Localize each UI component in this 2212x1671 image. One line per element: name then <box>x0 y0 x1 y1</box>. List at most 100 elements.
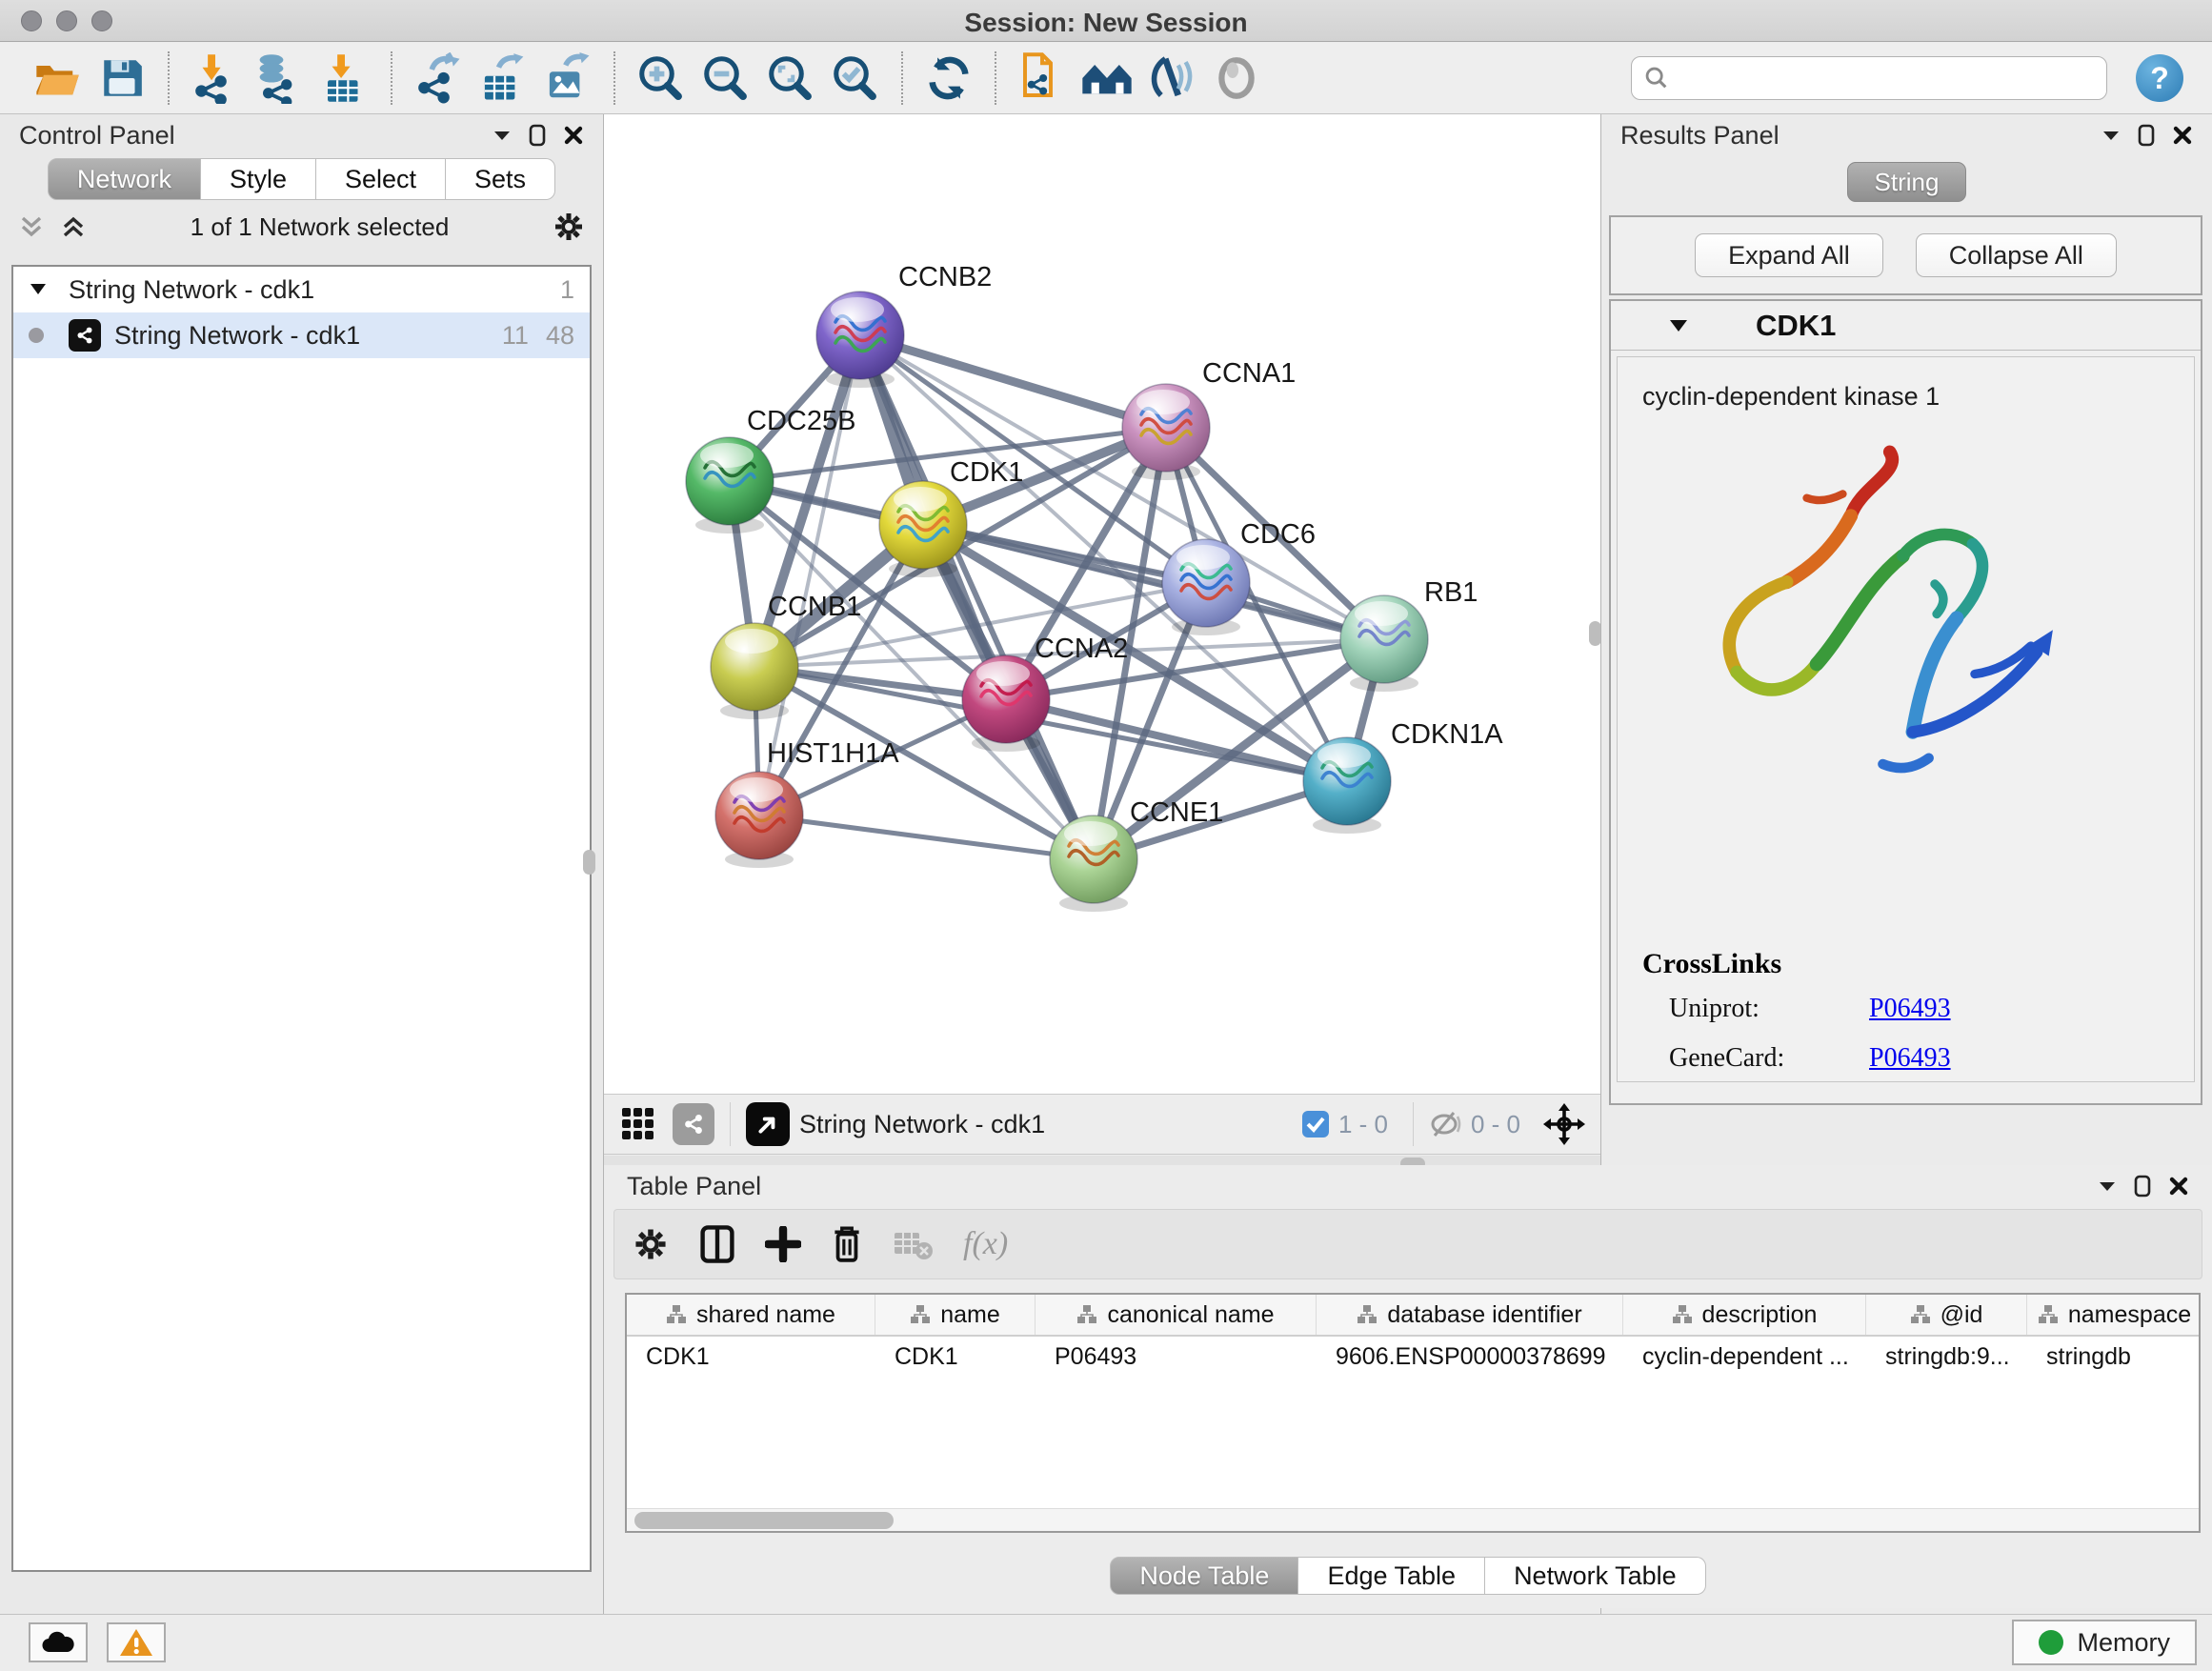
network-node-CDC25B[interactable] <box>686 437 774 534</box>
network-collection-row[interactable]: String Network - cdk1 1 <box>13 267 590 312</box>
panel-menu-icon[interactable] <box>493 129 512 142</box>
column-header-shared-name[interactable]: shared name <box>627 1295 875 1335</box>
hidden-eye-slash-icon[interactable] <box>1429 1109 1463 1139</box>
zoom-in-button[interactable] <box>633 50 689 107</box>
detach-view-icon[interactable] <box>746 1102 790 1146</box>
tab-sets[interactable]: Sets <box>446 158 555 200</box>
panel-menu-icon[interactable] <box>2098 1179 2117 1193</box>
save-session-button[interactable] <box>94 50 150 107</box>
table-row[interactable]: CDK1CDK1P064939606.ENSP00000378699cyclin… <box>627 1337 2199 1377</box>
section-expander-icon[interactable] <box>1668 318 1689 333</box>
tab-network[interactable]: Network <box>48 158 201 200</box>
column-header--id[interactable]: @id <box>1866 1295 2027 1335</box>
panel-close-icon[interactable] <box>2172 125 2193 146</box>
network-graph[interactable]: CCNB2CCNA1CDC25BCDK1CDC6RB1CCNB1CCNA2CDK… <box>604 114 1600 1094</box>
column-attribute-icon <box>1672 1304 1693 1325</box>
network-node-RB1[interactable] <box>1340 595 1428 692</box>
network-options-gear-icon[interactable] <box>552 210 586 244</box>
zoom-selected-button[interactable] <box>828 50 883 107</box>
column-header-namespace[interactable]: namespace <box>2027 1295 2201 1335</box>
table-cell[interactable]: stringdb:9... <box>1866 1337 2027 1377</box>
delete-column-trash-icon[interactable] <box>830 1224 864 1264</box>
apply-layout-button[interactable] <box>921 50 976 107</box>
tab-node-table[interactable]: Node Table <box>1110 1557 1298 1595</box>
function-builder-fx[interactable]: f(x) <box>963 1226 1008 1262</box>
create-column-plus-icon[interactable] <box>765 1226 801 1262</box>
tab-network-table[interactable]: Network Table <box>1485 1557 1706 1595</box>
network-node-CDKN1A[interactable] <box>1303 737 1391 834</box>
network-edge[interactable] <box>860 335 1166 428</box>
selected-checkbox-icon[interactable] <box>1300 1109 1331 1139</box>
table-options-gear-icon[interactable] <box>632 1225 670 1263</box>
scrollbar-thumb[interactable] <box>634 1512 894 1529</box>
memory-button[interactable]: Memory <box>2012 1620 2197 1665</box>
fit-content-crosshair-icon[interactable] <box>1543 1103 1585 1145</box>
collapse-all-networks-icon[interactable] <box>17 212 46 241</box>
column-attribute-icon <box>1910 1304 1931 1325</box>
help-button[interactable]: ? <box>2132 50 2187 107</box>
panel-menu-icon[interactable] <box>2101 129 2121 142</box>
tab-select[interactable]: Select <box>316 158 446 200</box>
show-columns-icon[interactable] <box>698 1223 736 1265</box>
delete-table-icon[interactable] <box>893 1227 935 1261</box>
panel-float-icon[interactable] <box>2134 1175 2151 1198</box>
network-canvas[interactable]: CCNB2CCNA1CDC25BCDK1CDC6RB1CCNB1CCNA2CDK… <box>604 114 1600 1094</box>
export-image-button[interactable] <box>540 50 595 107</box>
column-header-name[interactable]: name <box>875 1295 1036 1335</box>
table-cell[interactable]: CDK1 <box>627 1337 875 1377</box>
table-cell[interactable]: 9606.ENSP00000378699 <box>1317 1337 1623 1377</box>
collapse-all-button[interactable]: Collapse All <box>1916 233 2117 277</box>
string-view-badge-icon[interactable] <box>673 1103 714 1145</box>
import-network-from-file-button[interactable] <box>188 50 243 107</box>
export-network-to-file-button[interactable] <box>411 50 466 107</box>
gene-section-header[interactable]: CDK1 <box>1611 301 2201 351</box>
panel-float-icon[interactable] <box>529 124 546 147</box>
network-node-CCNA1[interactable] <box>1122 384 1210 480</box>
table-header-row: shared namenamecanonical namedatabase id… <box>627 1295 2199 1337</box>
open-session-button[interactable] <box>30 50 85 107</box>
network-row[interactable]: String Network - cdk1 11 48 <box>13 312 590 358</box>
tab-style[interactable]: Style <box>201 158 316 200</box>
column-header-database-identifier[interactable]: database identifier <box>1317 1295 1623 1335</box>
table-cell[interactable]: CDK1 <box>875 1337 1036 1377</box>
warnings-button[interactable] <box>107 1622 166 1662</box>
import-table-from-file-button[interactable] <box>317 50 372 107</box>
birds-eye-view-icon[interactable] <box>619 1105 657 1143</box>
network-node-CCNE1[interactable] <box>1050 815 1137 912</box>
zoom-fit-button[interactable] <box>763 50 818 107</box>
crosslink-link[interactable]: P06493 <box>1869 994 1951 1024</box>
import-network-from-database-button[interactable] <box>252 50 308 107</box>
string-import-button[interactable] <box>1015 50 1070 107</box>
show-glass-pane-button[interactable] <box>1209 50 1264 107</box>
crosslink-link[interactable]: P06493 <box>1869 1043 1951 1074</box>
network-edge[interactable] <box>759 815 1094 859</box>
node-table[interactable]: shared namenamecanonical namedatabase id… <box>625 1293 2201 1533</box>
network-node-CDC6[interactable] <box>1162 539 1250 635</box>
tree-expander-icon[interactable] <box>29 282 48 297</box>
table-cell[interactable]: cyclin-dependent ... <box>1623 1337 1866 1377</box>
expand-all-button[interactable]: Expand All <box>1695 233 1883 277</box>
cloud-status-button[interactable] <box>29 1622 88 1662</box>
search-input[interactable] <box>1678 65 2095 91</box>
table-horizontal-scrollbar[interactable] <box>627 1508 2199 1531</box>
hide-glass-pane-button[interactable] <box>1144 50 1199 107</box>
column-header-canonical-name[interactable]: canonical name <box>1036 1295 1317 1335</box>
left-splitter-handle[interactable] <box>583 850 595 875</box>
export-table-to-file-button[interactable] <box>475 50 531 107</box>
table-cell[interactable]: P06493 <box>1036 1337 1317 1377</box>
eye-icon <box>1213 54 1260 102</box>
panel-close-icon[interactable] <box>2168 1176 2189 1197</box>
network-edge[interactable] <box>1006 699 1347 781</box>
tab-edge-table[interactable]: Edge Table <box>1298 1557 1485 1595</box>
network-node-CCNB1[interactable] <box>711 623 798 719</box>
panel-close-icon[interactable] <box>563 125 584 146</box>
table-cell[interactable]: stringdb <box>2027 1337 2201 1377</box>
zoom-out-button[interactable] <box>698 50 754 107</box>
column-header-description[interactable]: description <box>1623 1295 1866 1335</box>
network-node-HIST1H1A[interactable] <box>715 772 803 868</box>
panel-float-icon[interactable] <box>2138 124 2155 147</box>
tab-string-results[interactable]: String <box>1847 162 1967 202</box>
expand-all-networks-icon[interactable] <box>59 212 88 241</box>
search-box[interactable] <box>1631 56 2107 100</box>
home-button[interactable] <box>1079 50 1135 107</box>
